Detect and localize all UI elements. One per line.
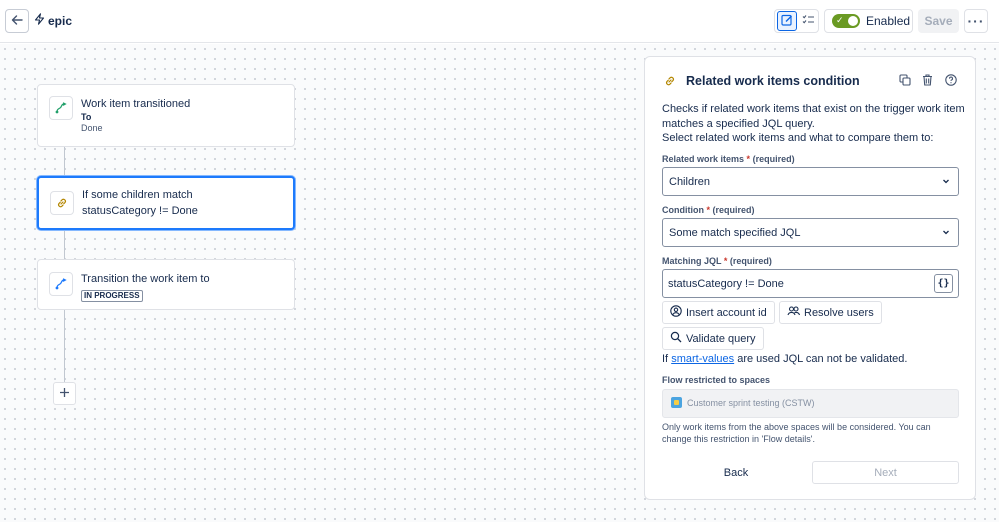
transition-icon xyxy=(49,96,73,120)
rule-name: epic xyxy=(48,13,73,28)
check-icon: ✓ xyxy=(836,15,844,25)
action-text: Transition the work item to IN PROGRESS xyxy=(81,271,210,303)
jql-input[interactable]: statusCategory != Done {} xyxy=(662,269,959,298)
note-suffix: are used JQL can not be validated. xyxy=(737,353,908,365)
condition-panel: Related work items condition Checks if r… xyxy=(644,56,976,500)
required-hint: (required) xyxy=(752,154,795,164)
top-bar: epic ✓ Enabled Save ··· xyxy=(0,0,999,43)
button-label: Resolve users xyxy=(804,306,874,319)
panel-header: Related work items condition xyxy=(662,73,860,89)
plus-icon xyxy=(59,385,70,403)
related-work-items-label: Related work items * (required) xyxy=(662,154,795,164)
trigger-title: Work item transitioned xyxy=(81,98,191,110)
select-value: Children xyxy=(669,175,710,188)
spaces-help-text: Only work items from the above spaces wi… xyxy=(662,422,931,444)
resolve-users-button[interactable]: Resolve users xyxy=(779,301,882,324)
chevron-down-icon xyxy=(941,227,951,240)
note-prefix: If xyxy=(662,353,669,365)
label-text: Matching JQL xyxy=(662,256,722,266)
required-asterisk: * xyxy=(706,205,711,215)
matching-jql-label: Matching JQL * (required) xyxy=(662,256,772,266)
required-asterisk: * xyxy=(746,154,751,164)
rule-title: epic xyxy=(34,13,72,28)
jql-value: statusCategory != Done xyxy=(668,277,784,290)
trigger-sub-label: To xyxy=(81,112,92,122)
space-name: Customer sprint testing (CSTW) xyxy=(687,397,815,408)
space-tag: Customer sprint testing (CSTW) xyxy=(671,397,815,408)
arrow-left-icon xyxy=(11,14,23,29)
save-button[interactable]: Save xyxy=(918,9,959,33)
required-hint: (required) xyxy=(712,205,755,215)
trigger-text: Work item transitioned To Done xyxy=(81,96,190,134)
more-options-button[interactable]: ··· xyxy=(964,9,988,33)
label-text: Condition xyxy=(662,205,704,215)
back-button-panel[interactable]: Back xyxy=(662,461,810,484)
insert-account-id-button[interactable]: Insert account id xyxy=(662,301,775,324)
condition-line2: statusCategory != Done xyxy=(82,205,198,217)
link-icon xyxy=(662,73,678,89)
condition-text: If some children match statusCategory !=… xyxy=(82,187,198,219)
panel-actions xyxy=(898,73,957,86)
connector-line xyxy=(64,310,65,382)
required-asterisk: * xyxy=(723,256,728,266)
condition-label: Condition * (required) xyxy=(662,205,755,215)
copy-icon[interactable] xyxy=(898,73,911,86)
trigger-sub-value: Done xyxy=(81,123,103,133)
link-icon xyxy=(50,191,74,215)
action-title: Transition the work item to xyxy=(81,273,210,285)
lightning-icon xyxy=(34,13,45,28)
condition-line1: If some children match xyxy=(82,189,193,201)
edit-view-button[interactable] xyxy=(777,11,797,31)
search-icon xyxy=(670,331,682,346)
list-view-button[interactable] xyxy=(799,11,818,31)
user-circle-icon xyxy=(670,305,682,320)
toggle-switch[interactable]: ✓ xyxy=(832,14,860,28)
edit-icon xyxy=(781,14,793,29)
more-icon: ··· xyxy=(967,13,985,29)
description-line2: Select related work items and what to co… xyxy=(662,132,934,144)
smart-values-link[interactable]: smart-values xyxy=(671,353,734,365)
panel-description: Checks if related work items that exist … xyxy=(662,102,967,146)
help-icon[interactable] xyxy=(944,73,957,86)
button-label: Insert account id xyxy=(686,306,767,319)
condition-select[interactable]: Some match specified JQL xyxy=(662,218,959,247)
flow-restricted-label: Flow restricted to spaces xyxy=(662,375,771,385)
connector-line xyxy=(64,230,65,259)
connector-line xyxy=(64,146,65,178)
checklist-icon xyxy=(802,14,815,29)
condition-node[interactable]: If some children match statusCategory !=… xyxy=(37,176,295,230)
validate-query-button[interactable]: Validate query xyxy=(662,327,764,350)
label-text: Related work items xyxy=(662,154,745,164)
back-button[interactable] xyxy=(5,9,29,33)
next-button[interactable]: Next xyxy=(812,461,959,484)
required-hint: (required) xyxy=(729,256,772,266)
button-label: Validate query xyxy=(686,332,756,345)
toggle-knob xyxy=(848,16,858,26)
description-line1: Checks if related work items that exist … xyxy=(662,103,965,130)
add-component-button[interactable] xyxy=(53,382,76,405)
select-value: Some match specified JQL xyxy=(669,226,801,239)
panel-title: Related work items condition xyxy=(686,74,860,88)
chevron-down-icon xyxy=(941,176,951,189)
action-node[interactable]: Transition the work item to IN PROGRESS xyxy=(37,259,295,310)
related-work-items-select[interactable]: Children xyxy=(662,167,959,196)
status-lozenge: IN PROGRESS xyxy=(81,290,143,302)
transition-icon xyxy=(49,272,73,296)
users-icon xyxy=(787,305,801,320)
trash-icon[interactable] xyxy=(921,73,934,86)
enabled-label: Enabled xyxy=(866,14,911,28)
space-avatar-icon xyxy=(671,397,682,408)
enabled-toggle[interactable]: ✓ Enabled xyxy=(824,9,913,33)
smart-values-note: If smart-values are used JQL can not be … xyxy=(662,353,907,365)
spaces-field: Customer sprint testing (CSTW) xyxy=(662,389,959,418)
smart-value-button[interactable]: {} xyxy=(934,274,953,293)
trigger-node[interactable]: Work item transitioned To Done xyxy=(37,84,295,147)
view-toggle xyxy=(774,9,819,33)
